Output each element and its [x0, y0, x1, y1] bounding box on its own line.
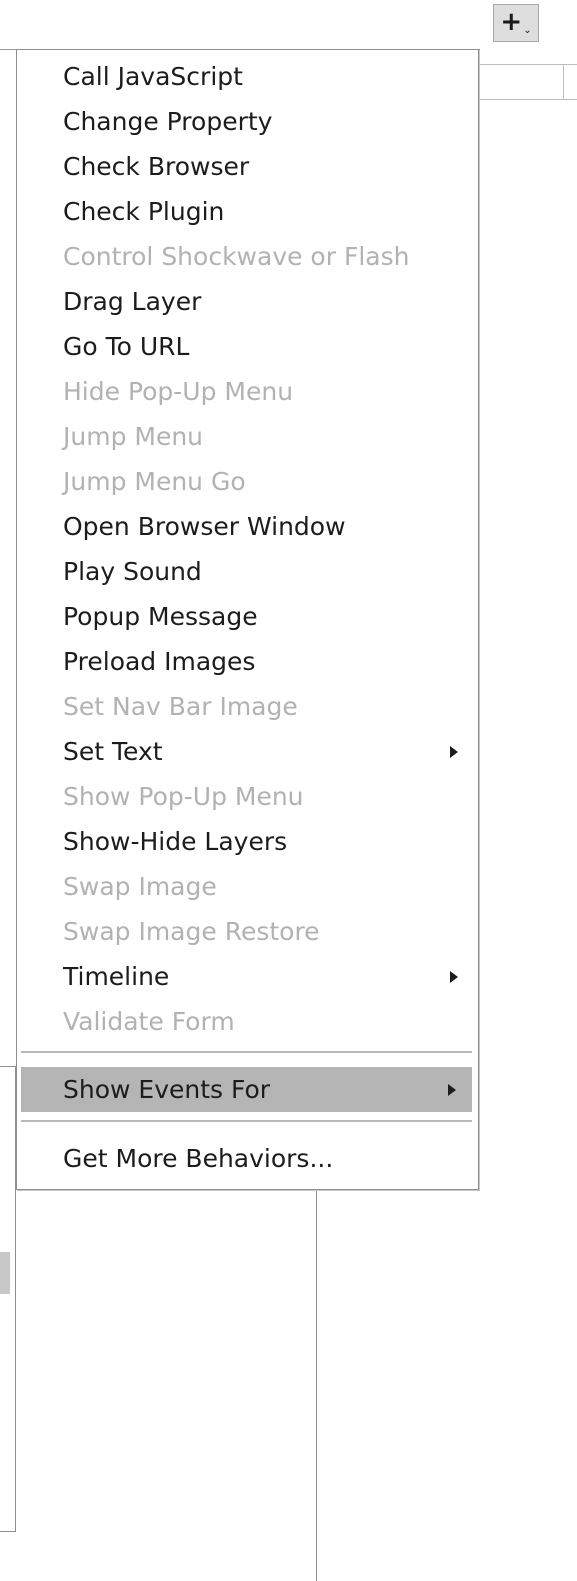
- menu-item-label: Popup Message: [63, 602, 258, 631]
- menu-item-set-nav-bar-image: Set Nav Bar Image: [17, 684, 478, 729]
- menu-separator: [21, 1120, 472, 1123]
- column-divider: [316, 1185, 317, 1581]
- menu-separator: [21, 1051, 472, 1054]
- menu-item-label: Play Sound: [63, 557, 202, 586]
- menu-item-drag-layer[interactable]: Drag Layer: [17, 279, 478, 324]
- menu-item-timeline[interactable]: Timeline: [17, 954, 478, 999]
- column-divider: [563, 64, 564, 100]
- submenu-arrow-icon: [450, 745, 458, 758]
- menu-item-label: Show Pop-Up Menu: [63, 782, 304, 811]
- menu-item-play-sound[interactable]: Play Sound: [17, 549, 478, 594]
- menu-item-label: Open Browser Window: [63, 512, 346, 541]
- menu-item-label: Call JavaScript: [63, 62, 243, 91]
- menu-item-get-more-behaviors[interactable]: Get More Behaviors...: [17, 1136, 478, 1181]
- menu-item-change-property[interactable]: Change Property: [17, 99, 478, 144]
- menu-item-hide-pop-up-menu: Hide Pop-Up Menu: [17, 369, 478, 414]
- menu-item-label: Set Nav Bar Image: [63, 692, 298, 721]
- menu-item-label: Timeline: [63, 962, 170, 991]
- menu-item-show-events-for[interactable]: Show Events For: [21, 1067, 472, 1112]
- menu-item-label: Check Browser: [63, 152, 250, 181]
- menu-item-jump-menu-go: Jump Menu Go: [17, 459, 478, 504]
- menu-item-label: Go To URL: [63, 332, 190, 361]
- submenu-arrow-icon: [450, 970, 458, 983]
- menu-item-label: Drag Layer: [63, 287, 202, 316]
- menu-item-preload-images[interactable]: Preload Images: [17, 639, 478, 684]
- behaviors-list: [0, 1066, 16, 1532]
- menu-item-go-to-url[interactable]: Go To URL: [17, 324, 478, 369]
- menu-item-show-hide-layers[interactable]: Show-Hide Layers: [17, 819, 478, 864]
- menu-item-label: Preload Images: [63, 647, 256, 676]
- menu-item-jump-menu: Jump Menu: [17, 414, 478, 459]
- menu-item-label: Hide Pop-Up Menu: [63, 377, 294, 406]
- menu-item-control-shockwave-or-flash: Control Shockwave or Flash: [17, 234, 478, 279]
- menu-item-check-browser[interactable]: Check Browser: [17, 144, 478, 189]
- menu-item-label: Validate Form: [63, 1007, 235, 1036]
- menu-item-popup-message[interactable]: Popup Message: [17, 594, 478, 639]
- menu-item-show-pop-up-menu: Show Pop-Up Menu: [17, 774, 478, 819]
- plus-icon: +: [500, 7, 523, 37]
- list-selection: [0, 1252, 10, 1294]
- menu-item-label: Swap Image: [63, 872, 217, 901]
- chevron-down-icon: ⌄: [523, 24, 532, 36]
- menu-item-label: Show Events For: [63, 1075, 271, 1104]
- menu-item-label: Get More Behaviors...: [63, 1144, 334, 1173]
- menu-item-call-javascript[interactable]: Call JavaScript: [17, 54, 478, 99]
- menu-item-swap-image-restore: Swap Image Restore: [17, 909, 478, 954]
- menu-item-label: Check Plugin: [63, 197, 225, 226]
- menu-item-set-text[interactable]: Set Text: [17, 729, 478, 774]
- menu-item-label: Show-Hide Layers: [63, 827, 288, 856]
- behaviors-dropdown-menu: Call JavaScript Change Property Check Brow…: [16, 49, 479, 1190]
- menu-item-open-browser-window[interactable]: Open Browser Window: [17, 504, 478, 549]
- menu-item-label: Control Shockwave or Flash: [63, 242, 410, 271]
- menu-item-label: Set Text: [63, 737, 163, 766]
- menu-item-validate-form: Validate Form: [17, 999, 478, 1044]
- menu-item-check-plugin[interactable]: Check Plugin: [17, 189, 478, 234]
- menu-item-swap-image: Swap Image: [17, 864, 478, 909]
- menu-item-label: Change Property: [63, 107, 273, 136]
- menu-item-label: Jump Menu: [63, 422, 204, 451]
- submenu-arrow-icon: [448, 1083, 456, 1096]
- menu-item-label: Swap Image Restore: [63, 917, 320, 946]
- menu-item-label: Jump Menu Go: [63, 467, 246, 496]
- add-behavior-button[interactable]: + ⌄: [493, 4, 539, 42]
